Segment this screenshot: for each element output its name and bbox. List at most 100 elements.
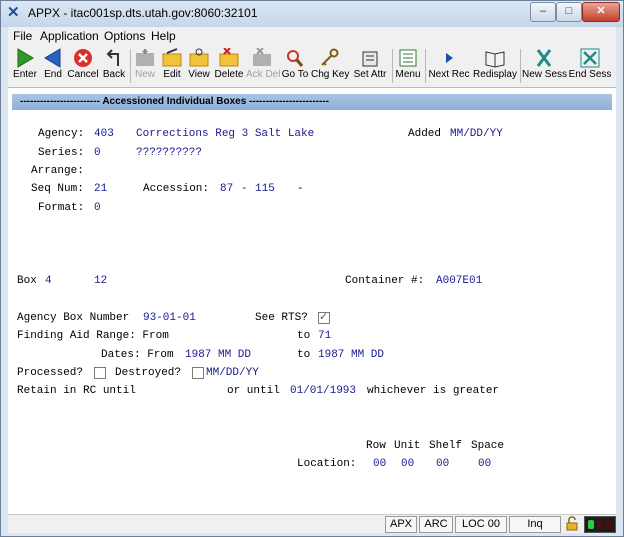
ack-delete-icon xyxy=(253,48,271,66)
key-icon xyxy=(321,48,339,66)
window-title: APPX - itac001sp.dts.utah.gov:8060:32101 xyxy=(28,6,258,20)
end-button[interactable]: End xyxy=(40,47,66,85)
menu-list-icon xyxy=(399,49,417,67)
see-rts-label: See RTS? xyxy=(255,312,308,324)
chg-key-label: Chg Key xyxy=(311,69,350,80)
edit-folder-icon xyxy=(162,48,182,67)
location-col-shelf: Shelf xyxy=(429,440,463,452)
series-value[interactable]: 0 xyxy=(94,147,101,159)
container-value[interactable]: A007E01 xyxy=(436,275,482,287)
chg-key-button[interactable]: Chg Key xyxy=(311,47,349,85)
goto-button[interactable]: Go To xyxy=(281,47,309,85)
box-label: Box xyxy=(17,275,37,287)
new-button[interactable]: New xyxy=(132,47,158,85)
format-value[interactable]: 0 xyxy=(94,202,101,214)
location-row[interactable]: 00 xyxy=(373,458,386,470)
maximize-button[interactable]: □ xyxy=(556,2,582,22)
agency-name: Corrections Reg 3 Salt Lake xyxy=(136,128,315,140)
ack-del-button[interactable]: Ack Del xyxy=(246,47,281,85)
set-attr-button[interactable]: Set Attr xyxy=(351,47,389,85)
magnifier-icon xyxy=(287,50,304,67)
series-label: Series: xyxy=(38,147,85,159)
arrange-label: Arrange: xyxy=(31,165,84,177)
delete-label: Delete xyxy=(214,69,244,80)
dates-to-value[interactable]: 1987 MM DD xyxy=(318,349,384,361)
accession-number[interactable]: 115 xyxy=(255,183,275,195)
cancel-label: Cancel xyxy=(67,69,99,80)
screen-banner: ------------------------ Accessioned Ind… xyxy=(12,94,612,110)
enter-button[interactable]: Enter xyxy=(10,47,40,85)
menu-file[interactable]: File xyxy=(13,29,32,43)
delete-button[interactable]: Delete xyxy=(213,47,245,85)
see-rts-checkbox[interactable] xyxy=(318,310,330,324)
dates-to-label: to xyxy=(297,349,311,361)
menu-bar: File Application Options Help xyxy=(8,27,616,45)
menu-button[interactable]: Menu xyxy=(394,47,422,85)
destroyed-label: Destroyed? xyxy=(115,367,182,379)
location-shelf[interactable]: 00 xyxy=(436,458,449,470)
toolbar: Enter End Cancel Back New Edit View Dele… xyxy=(8,45,616,88)
appx-window: ✕ APPX - itac001sp.dts.utah.gov:8060:321… xyxy=(0,0,624,537)
new-label: New xyxy=(134,69,155,80)
toolbar-separator xyxy=(520,49,521,83)
edit-label: Edit xyxy=(163,69,181,80)
agency-box-value[interactable]: 93-01-01 xyxy=(143,312,196,324)
finding-aid-to-value[interactable]: 71 xyxy=(318,330,331,342)
redisplay-button[interactable]: Redisplay xyxy=(473,47,517,85)
form-area: ------------------------ Accessioned Ind… xyxy=(8,87,616,515)
menu-application[interactable]: Application xyxy=(40,29,99,43)
finding-aid-to-label: to xyxy=(297,330,311,342)
blue-arrow-left-icon xyxy=(44,48,61,68)
seq-num-value[interactable]: 21 xyxy=(94,183,107,195)
status-loc: LOC 00 xyxy=(455,516,507,533)
redisplay-label: Redisplay xyxy=(473,69,517,80)
view-folder-icon xyxy=(189,48,209,67)
location-label: Location: xyxy=(297,458,357,470)
enter-label: Enter xyxy=(13,69,37,80)
added-label: Added xyxy=(408,128,442,140)
delete-folder-icon xyxy=(219,48,239,67)
connection-indicator-icon xyxy=(584,516,616,533)
back-button[interactable]: Back xyxy=(101,47,127,85)
end-label: End xyxy=(44,69,62,80)
or-until-date[interactable]: 01/01/1993 xyxy=(290,385,356,397)
menu-options[interactable]: Options xyxy=(104,29,145,43)
view-button[interactable]: View xyxy=(186,47,212,85)
menu-label: Menu xyxy=(395,69,421,80)
accession-dash: - xyxy=(241,183,248,195)
close-button[interactable]: ✕ xyxy=(582,2,620,22)
box-number-b[interactable]: 12 xyxy=(94,275,107,287)
box-number-a[interactable]: 4 xyxy=(45,275,52,287)
processed-checkbox[interactable] xyxy=(94,367,106,379)
toolbar-separator xyxy=(130,49,131,83)
dates-label: Dates: From xyxy=(101,349,174,361)
agency-code[interactable]: 403 xyxy=(94,128,114,140)
red-led-icon xyxy=(597,520,603,529)
ack-del-label: Ack Del xyxy=(246,69,281,80)
location-unit[interactable]: 00 xyxy=(401,458,414,470)
added-date[interactable]: MM/DD/YY xyxy=(450,128,503,140)
end-sess-button[interactable]: End Sess xyxy=(568,47,612,85)
new-session-icon xyxy=(536,49,552,67)
new-folder-icon xyxy=(136,49,154,66)
finding-aid-label: Finding Aid Range: From xyxy=(17,330,169,342)
series-name: ?????????? xyxy=(136,147,203,159)
accession-label: Accession: xyxy=(143,183,210,195)
menu-help[interactable]: Help xyxy=(151,29,176,43)
end-sess-label: End Sess xyxy=(568,69,612,80)
green-arrow-right-icon xyxy=(17,48,34,68)
back-label: Back xyxy=(102,69,126,80)
edit-button[interactable]: Edit xyxy=(159,47,185,85)
next-rec-button[interactable]: Next Rec xyxy=(428,47,470,85)
location-col-space: Space xyxy=(471,440,505,452)
cancel-button[interactable]: Cancel xyxy=(66,47,100,85)
destroyed-date[interactable]: MM/DD/YY xyxy=(206,367,259,379)
end-session-icon xyxy=(580,48,600,68)
location-space[interactable]: 00 xyxy=(478,458,491,470)
minimize-button[interactable]: – xyxy=(530,2,556,22)
destroyed-checkbox[interactable] xyxy=(192,367,204,379)
new-sess-button[interactable]: New Sess xyxy=(522,47,567,85)
toolbar-separator xyxy=(392,49,393,83)
accession-year[interactable]: 87 xyxy=(220,183,233,195)
dates-from-value[interactable]: 1987 MM DD xyxy=(185,349,251,361)
